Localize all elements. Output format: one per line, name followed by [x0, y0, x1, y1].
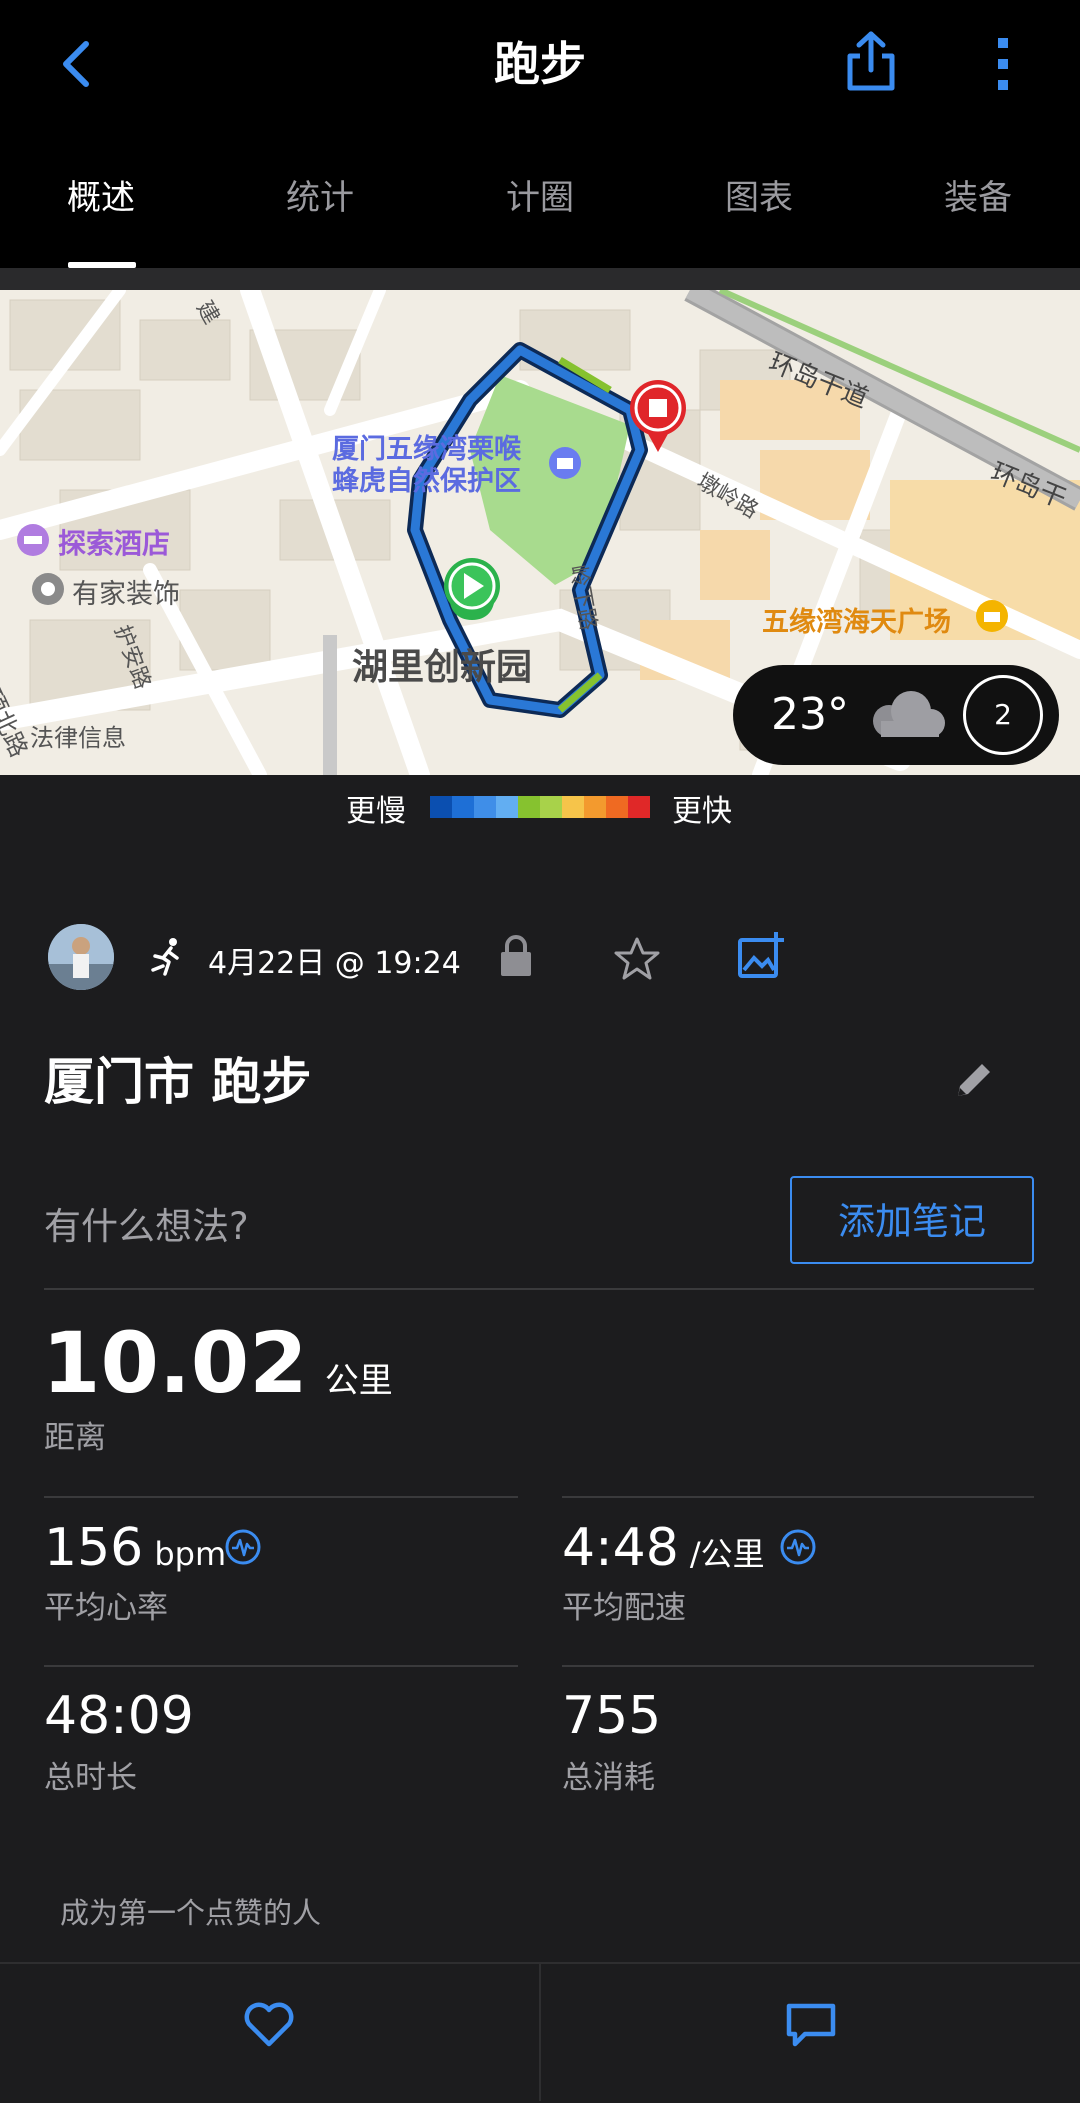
heart-rate-icon[interactable]: [224, 1528, 262, 1566]
avg-pace-value: 4:48: [562, 1518, 679, 1578]
divider: [44, 1496, 518, 1498]
pace-color-segment: [562, 796, 584, 818]
avg-hr-unit: bpm: [154, 1535, 227, 1573]
avg-pace-metric: 4:48 /公里: [562, 1518, 765, 1578]
section-gap: [0, 268, 1080, 290]
more-vertical-icon: [998, 38, 1008, 90]
map-label-decor: 有家装饰: [72, 579, 180, 610]
tab-gear[interactable]: 装备: [944, 170, 1012, 219]
like-button[interactable]: [0, 1964, 538, 2101]
share-button[interactable]: [846, 30, 896, 92]
note-placeholder[interactable]: 有什么想法?: [44, 1196, 249, 1250]
pace-color-segment: [452, 796, 474, 818]
divider: [44, 1665, 518, 1667]
activity-datetime: 4月22日 @ 19:24: [208, 946, 461, 981]
running-icon: [151, 938, 179, 976]
map-label-park: 湖里创新园: [352, 647, 533, 688]
pace-color-segment: [518, 796, 540, 818]
heart-icon: [244, 2002, 294, 2047]
avg-hr-metric: 156 bpm: [44, 1518, 226, 1578]
divider: [562, 1496, 1034, 1498]
map-label-reserve-line2: 蜂虎自然保护区: [332, 466, 521, 497]
pace-icon[interactable]: [779, 1528, 817, 1566]
avg-pace-unit: /公里: [689, 1535, 765, 1573]
pencil-icon[interactable]: [954, 1058, 996, 1100]
avg-hr-value: 156: [44, 1518, 144, 1578]
map-legal-link[interactable]: 法律信息: [30, 718, 126, 753]
comment-button[interactable]: [541, 1964, 1080, 2101]
tab-charts[interactable]: 图表: [725, 170, 793, 219]
tab-stats[interactable]: 统计: [286, 170, 354, 219]
pace-color-bar: [430, 796, 650, 818]
wind-indicator: 2: [963, 675, 1043, 755]
page-title: 跑步: [494, 37, 586, 91]
map-label-reserve-line1: 厦门五缘湾栗喉: [332, 434, 521, 465]
like-prompt[interactable]: 成为第一个点赞的人: [60, 1890, 321, 1932]
distance-unit: 公里: [324, 1361, 393, 1401]
duration-value: 48:09: [44, 1686, 194, 1746]
lock-icon[interactable]: [498, 934, 534, 978]
activity-title: 厦门市 跑步: [44, 1053, 312, 1111]
map-label-reserve: 厦门五缘湾栗喉 蜂虎自然保护区: [332, 434, 521, 498]
wind-speed: 2: [994, 698, 1012, 731]
avatar-image: [48, 924, 114, 990]
avatar[interactable]: [48, 924, 114, 990]
pace-legend: 更慢 更快: [0, 780, 1080, 834]
pace-faster-label: 更快: [672, 794, 732, 829]
tab-overview[interactable]: 概述: [67, 170, 135, 219]
avg-hr-label: 平均心率: [44, 1590, 168, 1626]
add-note-button[interactable]: 添加笔记: [790, 1176, 1034, 1264]
distance-value: 10.02: [42, 1314, 308, 1412]
distance-metric: 10.02 公里: [42, 1314, 393, 1412]
avg-pace-label: 平均配速: [562, 1590, 686, 1626]
divider: [44, 1288, 1034, 1290]
pace-color-segment: [430, 796, 452, 818]
pace-slower-label: 更慢: [346, 794, 406, 829]
tab-laps[interactable]: 计圈: [506, 170, 574, 219]
pace-color-segment: [628, 796, 650, 818]
tab-bar: 概述 统计 计圈 图表 装备: [0, 170, 1080, 230]
share-icon: [847, 31, 895, 91]
calories-value: 755: [562, 1686, 662, 1746]
weather-pill[interactable]: 23° 2: [733, 665, 1059, 765]
distance-label: 距离: [44, 1420, 106, 1456]
comment-icon: [786, 2003, 836, 2047]
map-label-plaza: 五缘湾海天广场: [762, 607, 951, 638]
add-photo-icon[interactable]: [736, 930, 786, 980]
divider: [562, 1665, 1034, 1667]
pace-color-segment: [584, 796, 606, 818]
temperature: 23°: [771, 689, 849, 740]
map-label-hotel: 探索酒店: [58, 527, 171, 560]
pace-color-segment: [474, 796, 496, 818]
cloud-icon: [873, 691, 945, 737]
more-button[interactable]: [990, 34, 1016, 94]
pace-color-segment: [606, 796, 628, 818]
star-icon[interactable]: [614, 936, 660, 980]
pace-color-segment: [540, 796, 562, 818]
duration-label: 总时长: [44, 1760, 137, 1796]
pace-color-segment: [496, 796, 518, 818]
route-map[interactable]: 厦门五缘湾栗喉 蜂虎自然保护区 探索酒店 有家装饰 湖里创新园 五缘湾海天广场 …: [0, 290, 1080, 775]
calories-label: 总消耗: [562, 1760, 655, 1796]
